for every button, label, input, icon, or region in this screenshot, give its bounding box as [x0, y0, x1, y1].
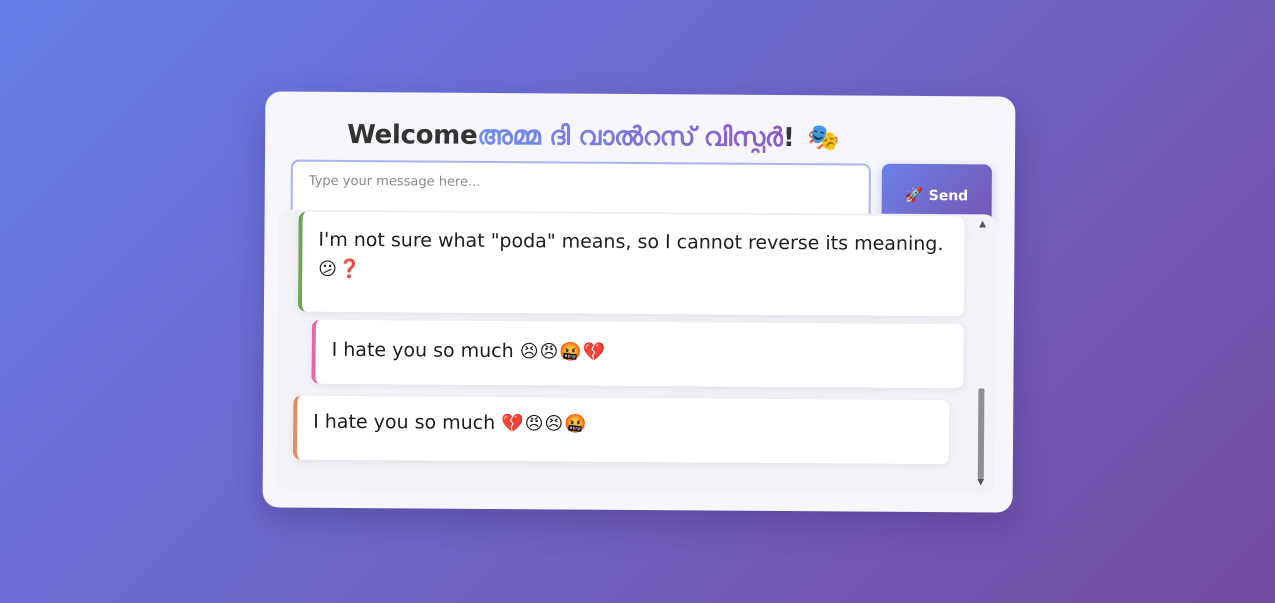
send-button-label: Send — [928, 188, 969, 205]
message-emojis: 💔😠😣🤬 — [501, 413, 588, 435]
user-name: അമ്മ ദി വാൽറസ് വിസ്പർ — [477, 120, 784, 154]
welcome-text: Welcome — [347, 119, 478, 151]
scrollbar-thumb[interactable] — [977, 388, 985, 479]
message-text: I hate you so much — [331, 338, 514, 363]
title-exclaim: ! — [782, 123, 795, 154]
message-list-scrollbar[interactable]: ▲ ▼ — [975, 218, 989, 488]
message-text: I hate you so much — [313, 410, 496, 434]
message-bubble: I'm not sure what "poda" means, so I can… — [297, 211, 965, 317]
message-emojis: 😕❓ — [318, 258, 362, 281]
scroll-up-arrow-icon[interactable]: ▲ — [977, 218, 989, 230]
message-emojis: 😣😠🤬💔 — [519, 341, 607, 363]
chat-card: Welcomeഅമ്മ ദി വാൽറസ് വിസ്പർ! 🎭 🚀 Send I… — [262, 91, 1016, 513]
rocket-icon: 🚀 — [905, 187, 923, 204]
theater-masks-icon: 🎭 — [807, 123, 840, 154]
message-text: I'm not sure what "poda" means, so I can… — [318, 228, 944, 256]
message-bubble: I hate you so much 💔😠😣🤬 — [292, 395, 950, 465]
page-title: Welcomeഅമ്മ ദി വാൽറസ് വിസ്പർ! 🎭 — [347, 120, 839, 154]
message-bubble: I hate you so much 😣😠🤬💔 — [311, 319, 964, 389]
scroll-down-arrow-icon[interactable]: ▼ — [975, 476, 987, 488]
message-list: I'm not sure what "poda" means, so I can… — [276, 209, 997, 495]
